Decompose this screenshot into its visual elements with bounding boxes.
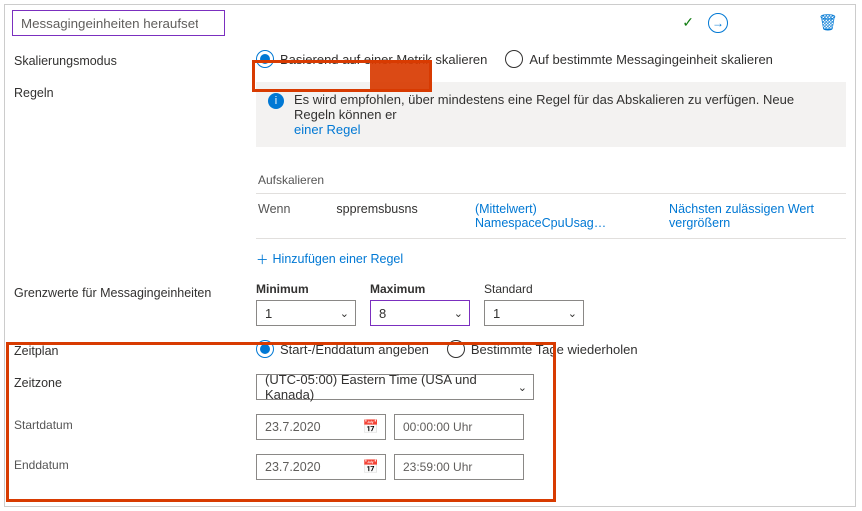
scale-mode-label: Skalierungsmodus bbox=[14, 50, 256, 68]
rule-when-label: Wenn bbox=[258, 202, 306, 216]
def-value: 1 bbox=[493, 306, 500, 321]
radio-selected-icon bbox=[256, 50, 274, 68]
rules-info-banner: i Es wird empfohlen, über mindestens ein… bbox=[256, 82, 846, 147]
startdate-input[interactable]: 23.7.2020 📅 bbox=[256, 414, 386, 440]
endtime-value: 23:59:00 Uhr bbox=[403, 460, 472, 474]
add-rule-label: Hinzufügen einer Regel bbox=[273, 252, 404, 266]
checkmark-icon: ✓ bbox=[682, 14, 694, 31]
scale-mode-manual-label: Auf bestimmte Messagingeinheit skalieren bbox=[529, 52, 773, 67]
max-label: Maximum bbox=[370, 282, 470, 296]
rules-section-header: Aufskalieren bbox=[256, 165, 846, 194]
schedule-repeat-radio[interactable]: Bestimmte Tage wiederholen bbox=[447, 340, 638, 358]
startdate-label: Startdatum bbox=[14, 414, 256, 440]
min-value: 1 bbox=[265, 306, 272, 321]
default-select[interactable]: 1 ⌄ bbox=[484, 300, 584, 326]
max-value: 8 bbox=[379, 306, 386, 321]
startdate-value: 23.7.2020 bbox=[265, 420, 321, 434]
scale-mode-metric-radio[interactable]: Basierend auf einer Metrik skalieren bbox=[256, 50, 487, 68]
schedule-repeat-label: Bestimmte Tage wiederholen bbox=[471, 342, 638, 357]
chevron-down-icon: ⌄ bbox=[568, 307, 577, 320]
def-label: Standard bbox=[484, 282, 584, 296]
enddate-value: 23.7.2020 bbox=[265, 460, 321, 474]
banner-link[interactable]: einer Regel bbox=[294, 122, 361, 137]
endtime-input[interactable]: 23:59:00 Uhr bbox=[394, 454, 524, 480]
plus-icon: ＋ bbox=[256, 249, 269, 268]
rules-label: Regeln bbox=[14, 82, 256, 268]
add-rule-link[interactable]: ＋ Hinzufügen einer Regel bbox=[256, 249, 403, 268]
schedule-label: Zeitplan bbox=[14, 340, 256, 358]
scale-mode-radiogroup: Basierend auf einer Metrik skalieren Auf… bbox=[256, 50, 856, 68]
calendar-icon: 📅 bbox=[363, 419, 379, 435]
schedule-startend-label: Start-/Enddatum angeben bbox=[280, 342, 429, 357]
scale-mode-metric-label: Basierend auf einer Metrik skalieren bbox=[280, 52, 487, 67]
starttime-value: 00:00:00 Uhr bbox=[403, 420, 472, 434]
condition-name-input[interactable] bbox=[12, 10, 225, 36]
radio-unselected-icon bbox=[447, 340, 465, 358]
calendar-icon: 📅 bbox=[363, 459, 379, 475]
rule-resource: sppremsbusns bbox=[336, 202, 445, 216]
expand-arrow-icon[interactable]: → bbox=[708, 13, 728, 33]
radio-unselected-icon bbox=[505, 50, 523, 68]
timezone-select[interactable]: (UTC-05:00) Eastern Time (USA und Kanada… bbox=[256, 374, 534, 400]
rule-metric[interactable]: (Mittelwert) NamespaceCpuUsag… bbox=[475, 202, 639, 230]
radio-selected-icon bbox=[256, 340, 274, 358]
info-icon: i bbox=[268, 93, 284, 109]
rule-action[interactable]: Nächsten zulässigen Wert vergrößern bbox=[669, 202, 844, 230]
timezone-label: Zeitzone bbox=[14, 372, 256, 400]
schedule-startend-radio[interactable]: Start-/Enddatum angeben bbox=[256, 340, 429, 358]
enddate-input[interactable]: 23.7.2020 📅 bbox=[256, 454, 386, 480]
chevron-down-icon: ⌄ bbox=[518, 381, 527, 394]
limits-label: Grenzwerte für Messagingeinheiten bbox=[14, 282, 256, 326]
min-label: Minimum bbox=[256, 282, 356, 296]
delete-icon[interactable]: 🗑 bbox=[818, 13, 838, 33]
banner-text: Es wird empfohlen, über mindestens eine … bbox=[294, 92, 794, 122]
maximum-select[interactable]: 8 ⌄ bbox=[370, 300, 470, 326]
starttime-input[interactable]: 00:00:00 Uhr bbox=[394, 414, 524, 440]
minimum-select[interactable]: 1 ⌄ bbox=[256, 300, 356, 326]
enddate-label: Enddatum bbox=[14, 454, 256, 480]
rule-row[interactable]: Wenn sppremsbusns (Mittelwert) Namespace… bbox=[256, 194, 846, 239]
timezone-value: (UTC-05:00) Eastern Time (USA und Kanada… bbox=[265, 372, 518, 402]
chevron-down-icon: ⌄ bbox=[340, 307, 349, 320]
scale-mode-manual-radio[interactable]: Auf bestimmte Messagingeinheit skalieren bbox=[505, 50, 773, 68]
chevron-down-icon: ⌄ bbox=[454, 307, 463, 320]
